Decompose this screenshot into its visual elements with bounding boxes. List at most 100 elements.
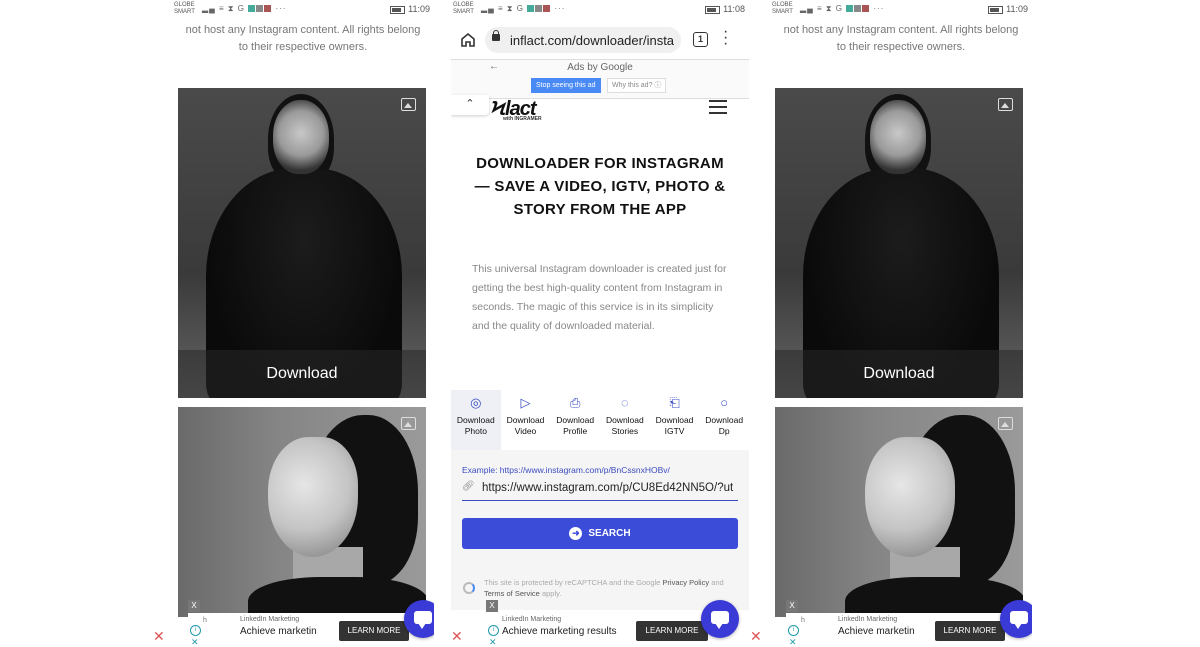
ad-x-icon[interactable]: ✕ bbox=[489, 637, 497, 647]
chat-button[interactable] bbox=[404, 600, 434, 638]
ad-title: LinkedIn Marketing bbox=[240, 616, 300, 623]
search-button[interactable]: ➜ SEARCH bbox=[462, 518, 738, 549]
status-bar: GLOBE SMART ▂▄ ≡ ⧗ G ··· 11:09 bbox=[172, 0, 434, 20]
instagram-photo[interactable] bbox=[178, 407, 426, 617]
stop-seeing-ad-button[interactable]: Stop seeing this ad bbox=[531, 78, 601, 93]
adchoices-icon[interactable]: i bbox=[190, 625, 201, 636]
learn-more-button[interactable]: LEARN MORE bbox=[636, 621, 708, 641]
battery-icon bbox=[988, 5, 1004, 14]
battery-icon bbox=[705, 5, 721, 14]
browser-toolbar: inflact.com/downloader/insta 1 · · · bbox=[451, 24, 749, 57]
close-icon[interactable]: ✕ bbox=[750, 628, 762, 645]
tab-download-stories[interactable]: ◌ Download Stories bbox=[600, 390, 650, 450]
profile-icon: ⎙ bbox=[569, 395, 581, 410]
instagram-photo[interactable] bbox=[775, 407, 1023, 617]
page-description: This universal Instagram downloader is c… bbox=[472, 263, 727, 332]
url-text: inflact.com/downloader/insta bbox=[510, 33, 675, 48]
left-phone-screen: GLOBE SMART ▂▄ ≡ ⧗ G ··· 11:09 not host a… bbox=[172, 0, 434, 647]
play-icon: ▷ bbox=[520, 395, 531, 410]
learn-more-button[interactable]: LEARN MORE bbox=[935, 621, 1005, 641]
tab-download-dp[interactable]: ○ Download Dp bbox=[699, 390, 749, 450]
status-icons: ▂▄ ≡ ⧗ G ··· bbox=[202, 4, 287, 13]
recaptcha-notice: This site is protected by reCAPTCHA and … bbox=[484, 578, 724, 598]
why-this-ad-button[interactable]: Why this ad? ⓘ bbox=[607, 78, 667, 93]
carrier-label: GLOBE SMART bbox=[453, 2, 474, 15]
download-type-tabs: ◎ Download Photo ▷ Download Video ⎙ Downlo… bbox=[451, 390, 749, 450]
chat-icon bbox=[1010, 611, 1028, 629]
ad-x-icon[interactable]: ✕ bbox=[191, 637, 199, 647]
image-icon bbox=[401, 417, 416, 430]
ad-text: Achieve marketin bbox=[838, 626, 915, 637]
ads-by-google-bar: ← Ads by Google Stop seeing this ad Why … bbox=[451, 59, 749, 99]
chat-button[interactable] bbox=[1000, 600, 1032, 638]
status-icons: ▂▄ ≡ ⧗ G ··· bbox=[800, 4, 885, 13]
ad-close-button[interactable]: X bbox=[486, 600, 498, 612]
link-icon: 🔗︎ bbox=[462, 481, 475, 492]
rights-notice: not host any Instagram content. All righ… bbox=[783, 24, 1019, 53]
ad-title: LinkedIn Marketing bbox=[838, 616, 898, 623]
tab-download-profile[interactable]: ⎙ Download Profile bbox=[550, 390, 600, 450]
adchoices-icon[interactable]: i bbox=[488, 625, 499, 636]
ad-banner[interactable]: X i ✕ h LinkedIn Marketing Achieve marke… bbox=[188, 600, 434, 647]
stories-icon: ◌ bbox=[620, 395, 629, 410]
image-icon bbox=[998, 98, 1013, 111]
instagram-url-input[interactable] bbox=[482, 478, 738, 498]
tv-icon: ⎗ bbox=[669, 395, 680, 410]
clock: 11:08 bbox=[723, 4, 745, 14]
home-icon[interactable] bbox=[459, 31, 477, 49]
ad-text: Achieve marketin bbox=[240, 626, 317, 637]
ad-close-button[interactable]: X bbox=[786, 600, 798, 612]
tab-download-video[interactable]: ▷ Download Video bbox=[501, 390, 551, 450]
adchoices-icon[interactable]: i bbox=[788, 625, 799, 636]
download-button[interactable]: Download bbox=[178, 350, 426, 398]
instagram-photo[interactable]: Download bbox=[178, 88, 426, 398]
instagram-photo[interactable]: Download bbox=[775, 88, 1023, 398]
terms-link[interactable]: Terms of Service bbox=[484, 589, 540, 598]
image-icon bbox=[401, 98, 416, 111]
ad-x-icon[interactable]: ✕ bbox=[789, 637, 797, 647]
carrier-label: GLOBE SMART bbox=[772, 2, 793, 15]
tab-download-igtv[interactable]: ⎗ Download IGTV bbox=[650, 390, 700, 450]
address-bar[interactable]: inflact.com/downloader/insta bbox=[485, 27, 681, 53]
image-icon bbox=[998, 417, 1013, 430]
ad-banner[interactable]: X i ✕ h LinkedIn Marketing Achieve marke… bbox=[786, 600, 1032, 647]
battery-icon bbox=[390, 5, 406, 14]
ad-close-button[interactable]: X bbox=[188, 600, 200, 612]
chat-button[interactable] bbox=[701, 600, 739, 638]
logo-subtitle: with INGRAMER bbox=[503, 116, 542, 122]
rights-notice: not host any Instagram content. All righ… bbox=[185, 24, 421, 53]
person-icon: ○ bbox=[720, 395, 729, 410]
right-phone-screen: GLOBE SMART ▂▄ ≡ ⧗ G ··· 11:09 not host a… bbox=[770, 0, 1032, 647]
tab-download-photo[interactable]: ◎ Download Photo bbox=[451, 390, 501, 450]
ad-title: LinkedIn Marketing bbox=[502, 616, 562, 623]
download-form: Example: https://www.instagram.com/p/BnC… bbox=[451, 450, 749, 610]
status-bar: GLOBE SMART ▂▄ ≡ ⧗ G ··· 11:09 bbox=[770, 0, 1032, 20]
middle-phone-screen: GLOBE SMART ▂▄ ≡ ⧗ G ··· 11:08 inflact.co… bbox=[451, 0, 749, 647]
page-title: DOWNLOADER FOR INSTAGRAM — SAVE A VIDEO,… bbox=[474, 155, 726, 218]
url-input-row: 🔗︎ bbox=[462, 478, 738, 501]
status-bar: GLOBE SMART ▂▄ ≡ ⧗ G ··· 11:08 bbox=[451, 0, 749, 20]
battery-clock: 11:09 bbox=[988, 4, 1028, 14]
arrow-right-icon: ➜ bbox=[569, 526, 583, 540]
chevron-up-icon[interactable]: ⌃ bbox=[451, 95, 489, 115]
battery-clock: 11:08 bbox=[705, 4, 745, 14]
chat-icon bbox=[711, 611, 729, 629]
tab-switcher-button[interactable]: 1 bbox=[693, 32, 708, 47]
lock-icon bbox=[492, 30, 500, 41]
learn-more-button[interactable]: LEARN MORE bbox=[339, 621, 409, 641]
ads-by-label: Ads by Google bbox=[567, 62, 633, 73]
clock: 11:09 bbox=[408, 4, 430, 14]
chat-icon bbox=[414, 611, 432, 629]
privacy-policy-link[interactable]: Privacy Policy bbox=[662, 578, 709, 587]
close-icon[interactable]: ✕ bbox=[153, 628, 165, 645]
hamburger-menu-icon[interactable] bbox=[709, 100, 727, 118]
download-button[interactable]: Download bbox=[775, 350, 1023, 398]
status-icons: ▂▄ ≡ ⧗ G ··· bbox=[481, 4, 566, 13]
more-menu-icon[interactable]: · · · bbox=[723, 24, 728, 52]
recaptcha-icon bbox=[463, 582, 475, 594]
camera-icon: ◎ bbox=[470, 395, 482, 410]
clock: 11:09 bbox=[1006, 4, 1028, 14]
close-icon[interactable]: ✕ bbox=[451, 628, 463, 645]
carrier-label: GLOBE SMART bbox=[174, 2, 195, 15]
ad-text: Achieve marketing results bbox=[502, 626, 617, 637]
